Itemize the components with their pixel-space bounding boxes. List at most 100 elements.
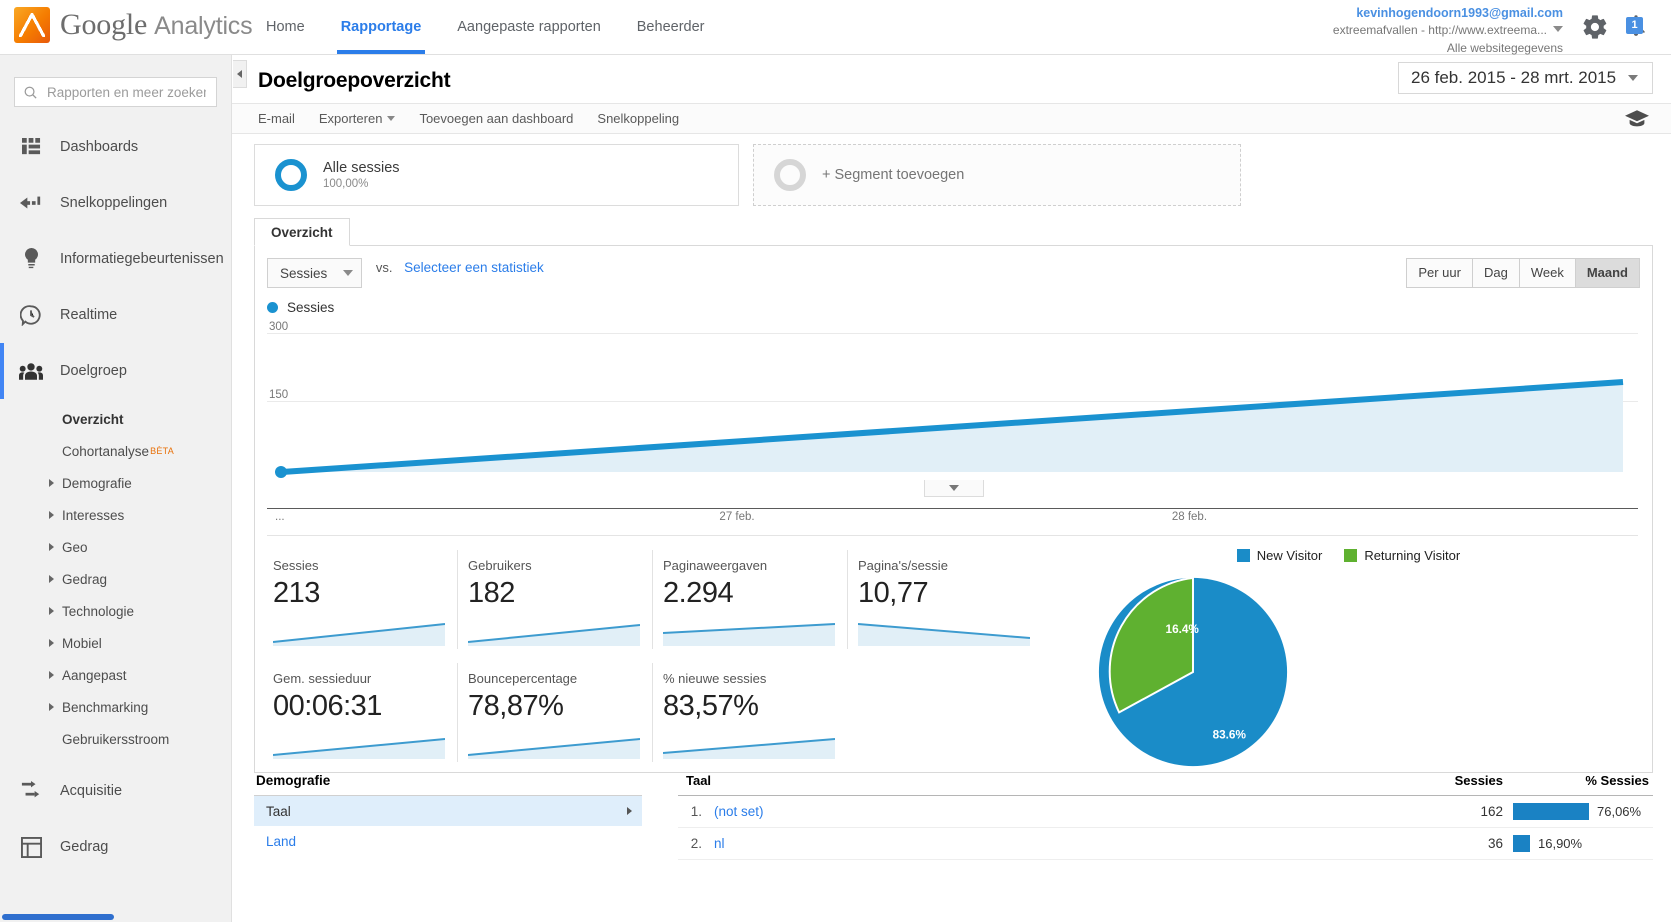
row-name[interactable]: (not set) — [702, 804, 1411, 819]
shortcut-button[interactable]: Snelkoppeling — [597, 111, 679, 126]
segment-all-sessions[interactable]: Alle sessies 100,00% — [254, 144, 739, 206]
demografie-row-label: Taal — [266, 803, 291, 819]
pie-legend: New Visitor Returning Visitor — [1045, 548, 1652, 563]
pie-legend-new-visitor: New Visitor — [1236, 548, 1322, 563]
top-navigation: Home Rapportage Aangepaste rapporten Beh… — [248, 0, 722, 54]
metric-label: % nieuwe sessies — [663, 671, 767, 686]
metric-value: 182 — [468, 577, 515, 609]
metric-select[interactable]: Sessies — [267, 258, 363, 288]
subnav-label: Cohortanalyse — [62, 443, 150, 459]
chevron-down-icon — [948, 485, 959, 491]
clock-icon — [16, 304, 46, 326]
granularity-per-uur[interactable]: Per uur — [1407, 259, 1473, 287]
subnav-item-cohortanalyse[interactable]: Cohortanalyse BÈTA — [0, 435, 231, 467]
logo-analytics-text: Analytics — [154, 12, 253, 40]
lightbulb-icon — [16, 248, 46, 270]
search-icon — [24, 86, 37, 99]
select-metric-link[interactable]: Selecteer een statistiek — [404, 260, 544, 275]
subnav-label: Gebruikersstroom — [62, 731, 170, 747]
demografie-row-land[interactable]: Land — [254, 826, 642, 856]
row-index: 1. — [690, 804, 702, 819]
subnav-item-interesses[interactable]: Interesses — [0, 499, 231, 531]
subnav-item-overzicht[interactable]: Overzicht — [0, 403, 231, 435]
sidebar-horizontal-scrollbar[interactable] — [0, 911, 231, 922]
column-taal: Taal — [686, 773, 712, 788]
sidebar-item-snelkoppelingen[interactable]: Snelkoppelingen — [0, 175, 231, 231]
metric-sparkline — [662, 738, 836, 759]
granularity-dag[interactable]: Dag — [1472, 259, 1520, 287]
chevron-left-icon — [237, 70, 242, 78]
sidebar-item-realtime[interactable]: Realtime — [0, 287, 231, 343]
sidebar-collapse-button[interactable] — [233, 60, 247, 88]
tab-strip: Overzicht — [254, 218, 1653, 246]
subnav-item-geo[interactable]: Geo — [0, 531, 231, 563]
chart-expand-button[interactable] — [923, 480, 984, 497]
metric-sparkline — [857, 623, 1031, 646]
notifications-button[interactable]: 1 — [1623, 12, 1653, 42]
pie-legend-returning-visitor: Returning Visitor — [1344, 548, 1460, 563]
subnav-item-gedrag[interactable]: Gedrag — [0, 563, 231, 595]
subnav-item-technologie[interactable]: Technologie — [0, 595, 231, 627]
scrollbar-thumb[interactable] — [2, 914, 114, 920]
arrow-left-icon — [16, 195, 46, 211]
chevron-right-icon — [49, 703, 54, 711]
nav-rapportage[interactable]: Rapportage — [323, 0, 440, 54]
granularity-maand[interactable]: Maand — [1575, 259, 1639, 287]
add-segment-button[interactable]: + Segment toevoegen — [753, 144, 1241, 206]
table-row[interactable]: 2. nl 36 16,90% — [678, 828, 1653, 860]
demografie-row-taal[interactable]: Taal — [254, 796, 642, 826]
search-input[interactable] — [45, 83, 208, 101]
export-button[interactable]: Exporteren — [319, 111, 396, 126]
search-box[interactable] — [14, 77, 217, 107]
add-to-dashboard-button[interactable]: Toevoegen aan dashboard — [419, 111, 573, 126]
tab-overzicht[interactable]: Overzicht — [254, 218, 350, 246]
gear-icon[interactable] — [1581, 13, 1609, 41]
subnav-item-demografie[interactable]: Demografie — [0, 467, 231, 499]
sidebar-item-doelgroep[interactable]: Doelgroep — [0, 343, 231, 399]
chevron-down-icon[interactable] — [1553, 26, 1563, 33]
nav-beheerder[interactable]: Beheerder — [619, 0, 723, 54]
subnav-item-gebruikersstroom[interactable]: Gebruikersstroom — [0, 723, 231, 755]
pie-svg[interactable]: 16.4% 83.6% — [1093, 574, 1293, 770]
graduation-cap-icon[interactable] — [1625, 110, 1649, 130]
metrics-row-2: Gem. sessieduur 00:06:31 Bouncepercentag… — [263, 663, 1045, 762]
subnav-item-benchmarking[interactable]: Benchmarking — [0, 691, 231, 723]
column-sessies: Sessies — [1454, 773, 1503, 788]
subnav-label: Geo — [62, 539, 88, 555]
sidebar-item-label: Dashboards — [60, 139, 139, 155]
date-range-picker[interactable]: 26 feb. 2015 - 28 mrt. 2015 — [1398, 62, 1653, 94]
subnav-label: Benchmarking — [62, 699, 149, 715]
sidebar-item-dashboards[interactable]: Dashboards — [0, 119, 231, 175]
chart-x-labels: ... 27 feb. 28 feb. — [267, 509, 1638, 529]
account-selector[interactable]: kevinhogendoorn1993@gmail.com extreemafv… — [1333, 4, 1563, 57]
chevron-right-icon — [49, 479, 54, 487]
nav-home[interactable]: Home — [248, 0, 323, 54]
logo-text: Google Analytics — [60, 8, 253, 42]
metrics-grid: Sessies 213 Gebruikers 182 Paginaweergav… — [255, 550, 1045, 762]
legend-color-swatch — [267, 302, 278, 313]
nav-aangepaste-rapporten[interactable]: Aangepaste rapporten — [439, 0, 619, 54]
table-row[interactable]: 1. (not set) 162 76,06% — [678, 796, 1653, 828]
subnav-label: Gedrag — [62, 571, 108, 587]
subnav-item-mobiel[interactable]: Mobiel — [0, 627, 231, 659]
pie-label-returning: 16.4% — [1166, 623, 1200, 636]
acquisition-icon — [16, 781, 46, 801]
sidebar-item-gedrag[interactable]: Gedrag — [0, 819, 231, 875]
row-name[interactable]: nl — [702, 836, 1411, 851]
row-pct-bar: 16,90% — [1503, 835, 1653, 852]
sidebar-item-informatiegebeurtenissen[interactable]: Informatiegebeurtenissen — [0, 231, 231, 287]
main-content: Doelgroepoverzicht 26 feb. 2015 - 28 mrt… — [232, 55, 1671, 922]
logo-google-text: Google — [60, 8, 148, 41]
x-tick-1: 27 feb. — [719, 511, 755, 523]
sidebar-item-acquisitie[interactable]: Acquisitie — [0, 763, 231, 819]
subnav-item-aangepast[interactable]: Aangepast — [0, 659, 231, 691]
granularity-toggle: Per uur Dag Week Maand — [1406, 258, 1640, 288]
page-header: Doelgroepoverzicht 26 feb. 2015 - 28 mrt… — [232, 55, 1671, 103]
granularity-week[interactable]: Week — [1519, 259, 1576, 287]
metric-sparkline — [467, 738, 641, 759]
email-button[interactable]: E-mail — [258, 111, 295, 126]
row-sessions: 162 — [1480, 804, 1503, 819]
google-analytics-logo[interactable]: Google Analytics — [14, 7, 253, 43]
sidebar: Dashboards Snelkoppelingen Informatiegeb… — [0, 55, 232, 922]
metric-label: Gem. sessieduur — [273, 671, 372, 686]
